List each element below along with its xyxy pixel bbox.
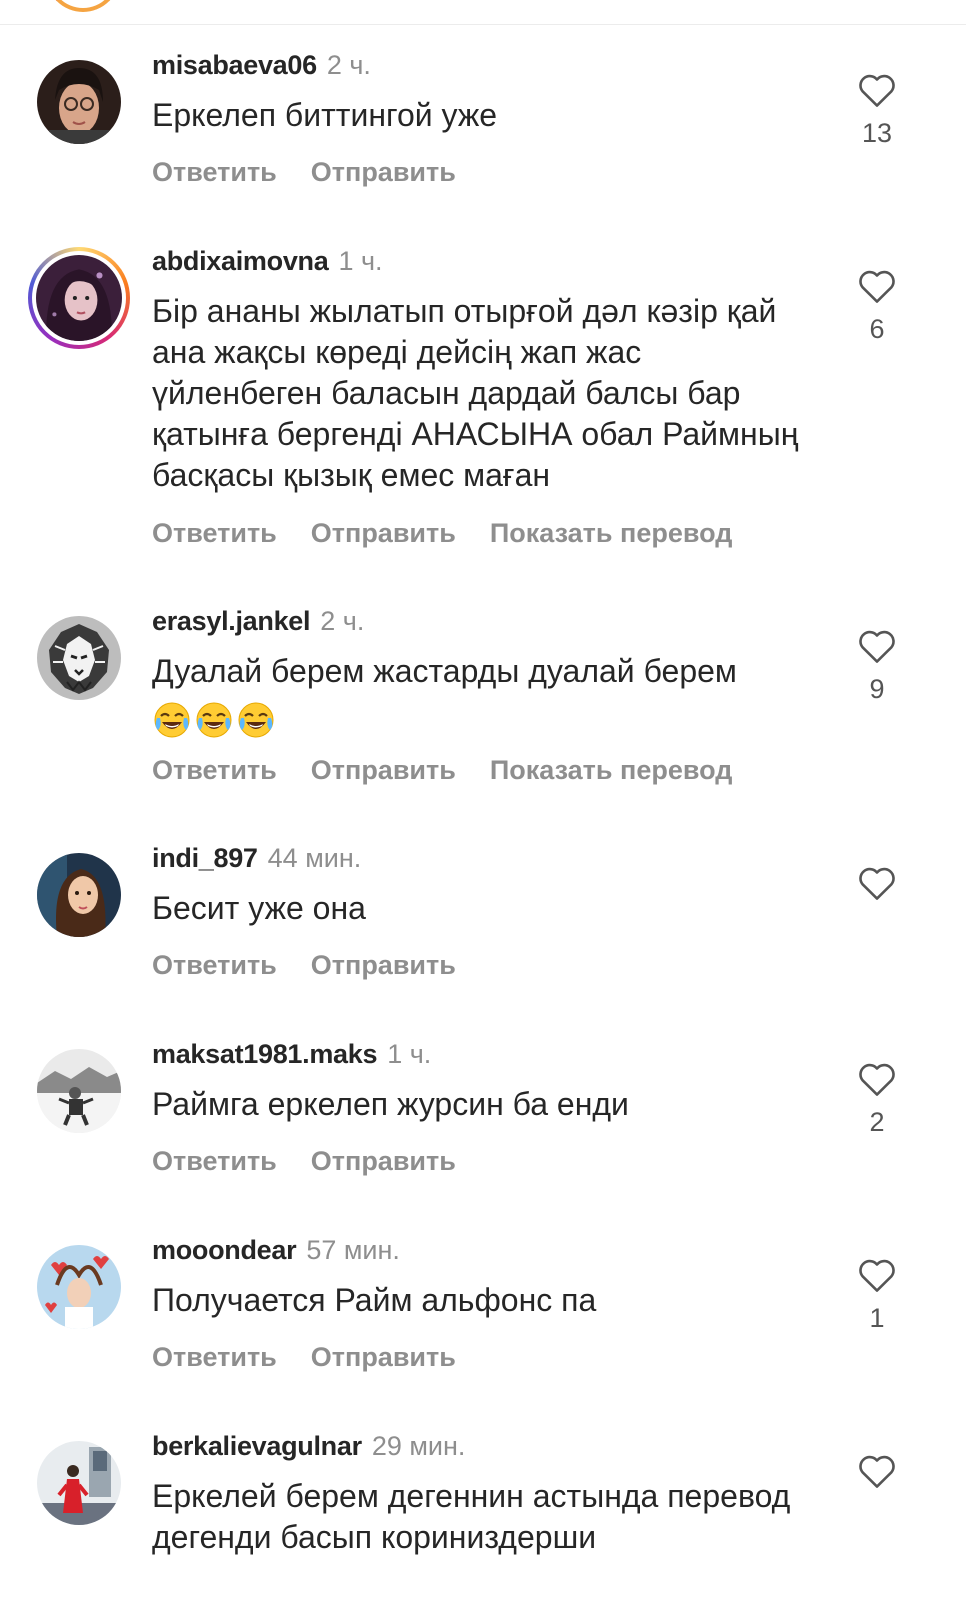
avatar[interactable] (37, 853, 121, 937)
reply-button[interactable]: Ответить (152, 950, 277, 980)
comment-item: berkalievagulnar 29 мин. Еркелей берем де… (0, 1429, 966, 1599)
comment-actions: Ответить Отправить (152, 155, 490, 189)
like-area (855, 1453, 899, 1499)
reply-button[interactable]: Ответить (152, 1146, 277, 1176)
comment-header: mooondear 57 мин. (152, 1233, 400, 1267)
avatar-woman-red-coat (37, 1441, 121, 1525)
like-area: 6 (855, 268, 899, 344)
avatar[interactable] (37, 1049, 121, 1133)
heart-icon[interactable] (857, 1453, 897, 1489)
send-button[interactable]: Отправить (311, 518, 456, 548)
avatar[interactable] (37, 1441, 121, 1525)
timestamp: 1 ч. (338, 246, 383, 276)
send-button[interactable]: Отправить (311, 755, 456, 785)
heart-icon[interactable] (857, 1257, 897, 1293)
heart-icon[interactable] (857, 1061, 897, 1097)
send-button[interactable]: Отправить (311, 157, 456, 187)
reply-button[interactable]: Ответить (152, 157, 277, 187)
username[interactable]: indi_897 (152, 843, 258, 873)
avatar[interactable] (37, 1245, 121, 1329)
heart-icon[interactable] (857, 72, 897, 108)
username[interactable]: maksat1981.maks (152, 1039, 377, 1069)
like-area (855, 865, 899, 911)
avatar-woman-glasses (37, 60, 121, 144)
comment-text: Бір ананы жылатып отырғой дәл кәзір қай … (152, 293, 799, 493)
reply-button[interactable]: Ответить (152, 518, 277, 548)
send-button[interactable]: Отправить (311, 1146, 456, 1176)
comment-actions: Ответить Отправить Показать перевод (152, 516, 766, 550)
avatar-woman-hearts (37, 1245, 121, 1329)
timestamp: 2 ч. (326, 50, 371, 80)
comment-header: berkalievagulnar 29 мин. (152, 1429, 465, 1463)
comment-text: Еркелеп биттингой уже (152, 97, 498, 133)
timestamp: 57 мин. (306, 1235, 400, 1265)
like-count: 9 (869, 674, 885, 704)
username[interactable]: abdixaimovna (152, 246, 329, 276)
comment-item: maksat1981.maks 1 ч. Раймга еркелеп журси… (0, 1037, 966, 1197)
tears-of-joy-emoji (238, 702, 274, 738)
avatar-man-snow (37, 1049, 121, 1133)
like-count: 13 (861, 118, 893, 148)
comment-text: Еркелей берем дегеннин астында перевод д… (152, 1478, 791, 1555)
avatar[interactable] (37, 616, 121, 700)
comment-item: misabaeva06 2 ч. Еркелеп биттингой уже От… (0, 48, 966, 208)
like-area: 1 (855, 1257, 899, 1333)
timestamp: 2 ч. (320, 606, 365, 636)
like-count: 2 (869, 1107, 885, 1137)
comment-item: mooondear 57 мин. Получается Райм альфонс… (0, 1233, 966, 1393)
comment-text: Получается Райм альфонс па (152, 1282, 597, 1318)
send-button[interactable]: Отправить (311, 950, 456, 980)
avatar[interactable] (37, 60, 121, 144)
heart-icon[interactable] (857, 268, 897, 304)
avatar-woman-long-hair (37, 853, 121, 937)
send-button[interactable]: Отправить (311, 1342, 456, 1372)
top-divider (0, 0, 966, 25)
avatar-with-story-ring[interactable] (28, 247, 130, 349)
like-count: 1 (869, 1303, 885, 1333)
comment-header: misabaeva06 2 ч. (152, 48, 371, 82)
comment-actions: Ответить Отправить Показать перевод (152, 753, 766, 787)
timestamp: 29 мин. (371, 1431, 466, 1461)
comment-actions: Ответить Отправить (152, 1340, 490, 1374)
comment-text: Дуалай берем жастарды дуалай берем (152, 653, 737, 689)
comment-text: Раймга еркелеп журсин ба енди (152, 1086, 629, 1122)
like-count: 6 (869, 314, 885, 344)
previous-avatar-ring (46, 0, 120, 12)
like-area: 9 (855, 628, 899, 704)
username[interactable]: erasyl.jankel (152, 606, 311, 636)
avatar-lion (37, 616, 121, 700)
comment-header: erasyl.jankel 2 ч. (152, 604, 364, 638)
heart-icon[interactable] (857, 865, 897, 901)
timestamp: 44 мин. (267, 843, 362, 873)
username[interactable]: mooondear (152, 1235, 297, 1265)
comment-actions: Ответить Отправить (152, 1144, 490, 1178)
show-translation-button[interactable]: Показать перевод (490, 518, 733, 548)
comment-header: maksat1981.maks 1 ч. (152, 1037, 431, 1071)
like-area: 2 (855, 1061, 899, 1137)
tears-of-joy-emoji (196, 702, 232, 738)
comment-header: indi_897 44 мин. (152, 841, 361, 875)
username[interactable]: berkalievagulnar (152, 1431, 362, 1461)
username[interactable]: misabaeva06 (152, 50, 317, 80)
like-area: 13 (855, 72, 899, 148)
avatar-woman-story (36, 255, 122, 341)
comment-actions: Ответить Отправить (152, 948, 490, 982)
comment-header: abdixaimovna 1 ч. (152, 244, 383, 278)
emoji-row (152, 700, 276, 740)
timestamp: 1 ч. (387, 1039, 432, 1069)
heart-icon[interactable] (857, 628, 897, 664)
comment-item: erasyl.jankel 2 ч. Дуалай берем жастарды … (0, 604, 966, 804)
reply-button[interactable]: Ответить (152, 1342, 277, 1372)
show-translation-button[interactable]: Показать перевод (490, 755, 733, 785)
comment-item: indi_897 44 мин. Бесит уже она Ответить От… (0, 841, 966, 1001)
comment-item: abdixaimovna 1 ч. Бір ананы жылатып отырғ… (0, 244, 966, 564)
comment-text: Бесит уже она (152, 890, 366, 926)
tears-of-joy-emoji (154, 702, 190, 738)
reply-button[interactable]: Ответить (152, 755, 277, 785)
